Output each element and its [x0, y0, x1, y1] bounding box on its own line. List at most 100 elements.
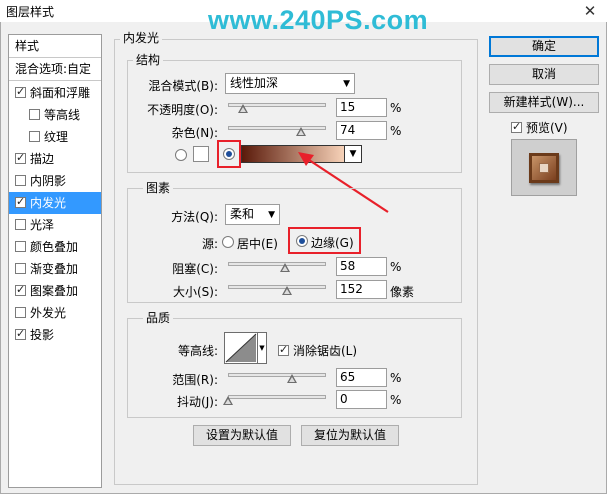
size-slider[interactable]: [228, 285, 326, 289]
styles-list: 样式 混合选项:自定 斜面和浮雕 等高线 纹理 描边 内阴影 内发光 光泽 颜色…: [8, 34, 102, 488]
preview-checkbox[interactable]: [511, 120, 522, 134]
checkbox[interactable]: [15, 263, 26, 274]
quality-title: 品质: [143, 311, 174, 325]
divider: [9, 80, 101, 81]
sidebar-item-label: 颜色叠加: [30, 240, 79, 254]
sidebar-item-label: 斜面和浮雕: [30, 86, 91, 100]
technique-select[interactable]: 柔和 ▼: [225, 204, 280, 225]
checkbox[interactable]: [15, 195, 26, 209]
blend-mode-label: 混合模式(B):: [148, 79, 218, 93]
choke-input[interactable]: 58: [336, 257, 387, 276]
range-label: 范围(R):: [172, 373, 218, 387]
sidebar-item-pattern-overlay[interactable]: 图案叠加: [9, 280, 101, 302]
jitter-input[interactable]: 0: [336, 390, 387, 409]
sidebar-item-label: 内发光: [30, 196, 67, 210]
cancel-button[interactable]: 取消: [489, 64, 599, 85]
blend-mode-select[interactable]: 线性加深 ▼: [225, 73, 355, 94]
choke-label: 阻塞(C):: [172, 262, 218, 276]
sidebar-item-color-overlay[interactable]: 颜色叠加: [9, 236, 101, 258]
preview-checkbox-row[interactable]: 预览(V): [511, 119, 568, 136]
checkbox[interactable]: [15, 241, 26, 252]
checkbox[interactable]: [15, 307, 26, 318]
sidebar-item-label: 图案叠加: [30, 284, 79, 298]
sidebar-item-texture[interactable]: 纹理: [9, 126, 101, 148]
new-style-button[interactable]: 新建样式(W)...: [489, 92, 599, 113]
antialias-checkbox-row[interactable]: 消除锯齿(L): [278, 342, 357, 359]
set-default-button[interactable]: 设置为默认值: [193, 425, 291, 446]
chevron-down-icon[interactable]: ▼: [258, 332, 267, 364]
structure-title: 结构: [133, 53, 164, 67]
sidebar-item-satin[interactable]: 光泽: [9, 214, 101, 236]
checkbox[interactable]: [15, 327, 26, 341]
sidebar-item-label: 内阴影: [30, 174, 67, 188]
opacity-label: 不透明度(O):: [147, 103, 218, 117]
preview-label: 预览(V): [526, 121, 568, 135]
solid-color-radio[interactable]: [175, 149, 187, 161]
size-slider-handle[interactable]: [281, 286, 292, 295]
source-edge-radio[interactable]: [296, 235, 308, 247]
checkbox[interactable]: [15, 219, 26, 230]
sidebar-item-label: 样式: [15, 39, 40, 53]
antialias-checkbox[interactable]: [278, 343, 289, 357]
contour-picker[interactable]: [224, 332, 258, 364]
technique-value: 柔和: [230, 207, 255, 221]
sidebar-item-label: 渐变叠加: [30, 262, 79, 276]
sidebar-item-inner-shadow[interactable]: 内阴影: [9, 170, 101, 192]
choke-slider[interactable]: [228, 262, 326, 266]
checkbox[interactable]: [15, 283, 26, 297]
noise-unit: %: [390, 124, 402, 138]
sidebar-item-label: 投影: [30, 328, 55, 342]
sidebar-item-blending-options[interactable]: 混合选项:自定: [9, 58, 101, 80]
jitter-slider[interactable]: [228, 395, 326, 399]
sidebar-item-stroke[interactable]: 描边: [9, 148, 101, 170]
preview-tile-icon: [529, 153, 559, 183]
window-title: 图层样式: [6, 5, 55, 19]
gradient-radio[interactable]: [223, 148, 235, 160]
sidebar-item-inner-glow[interactable]: 内发光: [9, 192, 101, 214]
sidebar-item-gradient-overlay[interactable]: 渐变叠加: [9, 258, 101, 280]
blend-mode-value: 线性加深: [230, 76, 279, 90]
range-input[interactable]: 65: [336, 368, 387, 387]
source-edge-label: 边缘(G): [311, 236, 354, 250]
sidebar-item-contour[interactable]: 等高线: [9, 104, 101, 126]
sidebar-item-drop-shadow[interactable]: 投影: [9, 324, 101, 346]
choke-slider-handle[interactable]: [279, 263, 290, 272]
checkbox[interactable]: [29, 109, 40, 120]
elements-title: 图素: [143, 181, 174, 195]
size-unit: 像素: [390, 285, 415, 299]
panel-title: 内发光: [120, 31, 163, 45]
sidebar-item-outer-glow[interactable]: 外发光: [9, 302, 101, 324]
noise-slider-handle[interactable]: [295, 127, 306, 136]
source-center-label: 居中(E): [237, 237, 278, 251]
checkbox[interactable]: [15, 175, 26, 186]
ok-button[interactable]: 确定: [489, 36, 599, 57]
style-preview-thumbnail: [511, 139, 577, 196]
range-slider[interactable]: [228, 373, 326, 377]
opacity-slider-handle[interactable]: [237, 104, 248, 113]
sidebar-item-label: 纹理: [44, 130, 69, 144]
jitter-slider-handle[interactable]: [223, 396, 233, 405]
noise-slider[interactable]: [228, 126, 326, 130]
sidebar-item-bevel-emboss[interactable]: 斜面和浮雕: [9, 82, 101, 104]
checkbox[interactable]: [15, 151, 26, 165]
noise-label: 杂色(N):: [171, 126, 218, 140]
noise-input[interactable]: 74: [336, 121, 387, 140]
close-icon[interactable]: ✕: [578, 1, 602, 21]
sidebar-item-label: 描边: [30, 152, 55, 166]
size-input[interactable]: 152: [336, 280, 387, 299]
technique-label: 方法(Q):: [171, 210, 218, 224]
source-center-radio[interactable]: [222, 236, 234, 248]
reset-default-button[interactable]: 复位为默认值: [301, 425, 399, 446]
source-label: 源:: [201, 237, 218, 251]
sidebar-item-label: 光泽: [30, 218, 55, 232]
chevron-down-icon: ▼: [268, 210, 275, 220]
chevron-down-icon: ▼: [343, 79, 350, 89]
opacity-input[interactable]: 15: [336, 98, 387, 117]
range-slider-handle[interactable]: [286, 374, 297, 383]
range-unit: %: [390, 371, 402, 385]
checkbox[interactable]: [15, 85, 26, 99]
opacity-unit: %: [390, 101, 402, 115]
checkbox[interactable]: [29, 131, 40, 142]
glow-color-swatch[interactable]: [193, 146, 209, 162]
sidebar-item-styles[interactable]: 样式: [9, 35, 101, 57]
